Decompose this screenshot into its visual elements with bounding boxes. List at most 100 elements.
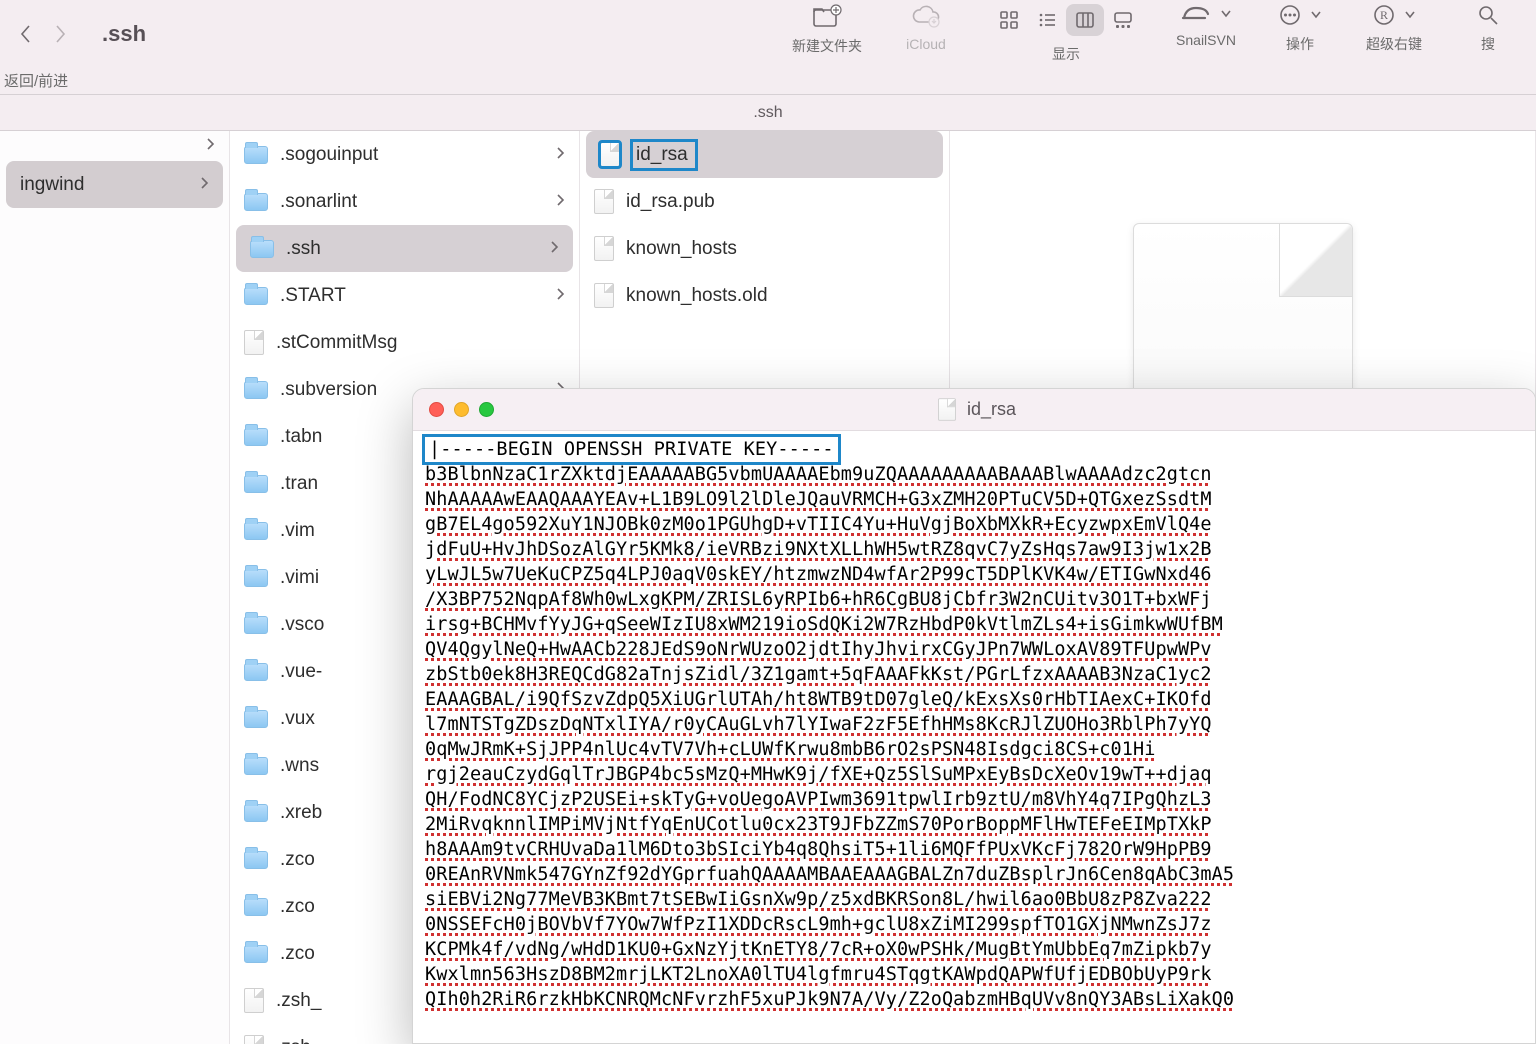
folder-icon — [244, 757, 268, 775]
file-icon — [244, 330, 264, 355]
chevron-down-icon — [1221, 9, 1231, 19]
actions-button[interactable]: 操作 — [1270, 4, 1330, 54]
file-icon — [600, 142, 620, 167]
window-title: .ssh — [102, 21, 146, 47]
folder-icon — [250, 240, 274, 258]
search-button[interactable]: 搜 — [1458, 4, 1518, 54]
list-item-label: .zco — [280, 849, 315, 871]
list-item-label: id_rsa — [632, 141, 696, 169]
folder-icon — [244, 193, 268, 211]
new-folder-button[interactable]: 新建文件夹 — [792, 4, 862, 56]
folder-icon — [244, 663, 268, 681]
list-item[interactable]: .sogouinput — [230, 131, 579, 178]
sidebar-item-home[interactable]: ingwind — [6, 161, 223, 208]
chevron-down-icon — [1405, 10, 1415, 20]
folder-icon — [244, 146, 268, 164]
list-item[interactable] — [0, 131, 229, 161]
list-item-label: .zsh — [276, 1037, 311, 1044]
toolbar-actions: 新建文件夹 iCloud — [792, 4, 1518, 64]
back-fwd-label: 返回/前进 — [4, 70, 68, 91]
list-item-label: .stCommitMsg — [276, 332, 397, 354]
list-item-label: .xreb — [280, 802, 322, 824]
list-item-label: .vsco — [280, 614, 324, 636]
folder-icon — [244, 287, 268, 305]
list-item-label: .zco — [280, 896, 315, 918]
chevron-right-icon — [549, 238, 559, 260]
icloud-button[interactable]: iCloud — [896, 4, 956, 52]
file-icon — [244, 1035, 264, 1044]
chevron-right-icon — [199, 174, 209, 196]
chevron-down-icon — [1311, 10, 1321, 20]
folder-icon — [244, 898, 268, 916]
folder-icon — [244, 616, 268, 634]
folder-icon — [244, 381, 268, 399]
list-item[interactable]: .ssh — [236, 225, 573, 272]
minimize-button[interactable] — [454, 402, 469, 417]
folder-icon — [244, 710, 268, 728]
window-controls — [429, 402, 494, 417]
list-item-label: .vue- — [280, 661, 322, 683]
list-item-label: .tabn — [280, 426, 322, 448]
view-column-button[interactable] — [1066, 4, 1104, 36]
list-item[interactable]: known_hosts.old — [580, 272, 949, 319]
view-icon-button[interactable] — [990, 4, 1028, 36]
finder-toolbar: .ssh 新建文件夹 iCloud — [0, 0, 1536, 67]
close-button[interactable] — [429, 402, 444, 417]
list-item-label: .vim — [280, 520, 315, 542]
list-item-label: .zsh_ — [276, 990, 321, 1012]
view-switcher: 显示 — [990, 4, 1142, 64]
textedit-content[interactable]: |-----BEGIN OPENSSH PRIVATE KEY----- b3B… — [413, 431, 1535, 1022]
file-icon — [594, 189, 614, 214]
zoom-button[interactable] — [479, 402, 494, 417]
list-item-label: .vux — [280, 708, 315, 730]
list-item-label: .START — [280, 285, 346, 307]
list-item[interactable]: .stCommitMsg — [230, 319, 579, 366]
list-item-label: known_hosts.old — [626, 285, 768, 307]
textedit-title: id_rsa — [506, 397, 1447, 422]
sidebar-item-label: ingwind — [20, 174, 84, 196]
toolbar-caption-row: 返回/前进 — [0, 67, 1536, 95]
list-item-label: .tran — [280, 473, 318, 495]
file-icon — [244, 988, 264, 1013]
list-item-label: .zco — [280, 943, 315, 965]
column-0: ingwind — [0, 131, 230, 1044]
list-item[interactable]: known_hosts — [580, 225, 949, 272]
path-current[interactable]: .ssh — [753, 104, 782, 122]
view-gallery-button[interactable] — [1104, 4, 1142, 36]
list-item[interactable]: .START — [230, 272, 579, 319]
list-item[interactable]: .sonarlint — [230, 178, 579, 225]
list-item-label: .wns — [280, 755, 319, 777]
textedit-window: id_rsa |-----BEGIN OPENSSH PRIVATE KEY--… — [412, 388, 1536, 1044]
list-item-label: .subversion — [280, 379, 377, 401]
list-item[interactable]: id_rsa.pub — [580, 178, 949, 225]
list-item-label: .vimi — [280, 567, 319, 589]
chevron-right-icon — [205, 135, 215, 157]
file-icon — [594, 236, 614, 261]
textedit-titlebar: id_rsa — [413, 389, 1535, 431]
folder-icon — [244, 804, 268, 822]
document-icon — [938, 398, 956, 421]
folder-icon — [244, 851, 268, 869]
svg-text:R: R — [1380, 8, 1388, 22]
back-button[interactable] — [18, 23, 34, 45]
chevron-right-icon — [555, 285, 565, 307]
folder-icon — [244, 522, 268, 540]
path-bar: .ssh — [0, 95, 1536, 131]
folder-icon — [244, 569, 268, 587]
list-item-label: .ssh — [286, 238, 321, 260]
list-item-label: id_rsa.pub — [626, 191, 715, 213]
folder-icon — [244, 428, 268, 446]
snailsvn-button[interactable]: SnailSVN — [1176, 4, 1236, 48]
view-list-button[interactable] — [1028, 4, 1066, 36]
list-item[interactable]: id_rsa — [586, 131, 943, 178]
folder-icon — [244, 945, 268, 963]
nav-buttons — [18, 23, 68, 45]
list-item-label: known_hosts — [626, 238, 737, 260]
superkey-button[interactable]: R 超级右键 — [1364, 4, 1424, 54]
chevron-right-icon — [555, 191, 565, 213]
folder-icon — [244, 475, 268, 493]
list-item-label: .sogouinput — [280, 144, 378, 166]
file-icon — [594, 283, 614, 308]
chevron-right-icon — [555, 144, 565, 166]
forward-button[interactable] — [52, 23, 68, 45]
